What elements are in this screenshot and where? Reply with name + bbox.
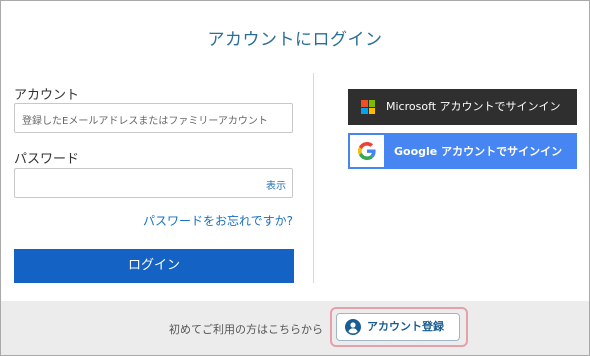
first-time-text: 初めてご利用の方はこちらから [169,323,323,336]
column-divider [313,73,314,283]
microsoft-logo-icon [361,100,375,114]
show-password-toggle[interactable]: 表示 [266,177,286,192]
password-input[interactable]: 表示 [14,168,293,198]
microsoft-signin-button[interactable]: Microsoft アカウントでサインイン [348,89,577,125]
login-dialog: アカウントにログイン アカウント 登録したEメールアドレスまたはファミリーアカウ… [0,0,590,356]
microsoft-signin-label: Microsoft アカウントでサインイン [386,100,561,113]
account-input[interactable]: 登録したEメールアドレスまたはファミリーアカウント [14,103,293,133]
account-placeholder: 登録したEメールアドレスまたはファミリーアカウント [22,116,268,127]
register-account-button[interactable]: アカウント登録 [336,313,460,341]
google-g-icon [350,135,384,167]
password-label: パスワード [14,152,80,167]
login-button[interactable]: ログイン [14,249,294,283]
user-circle-icon [345,319,361,335]
dialog-title: アカウントにログイン [207,30,383,50]
forgot-password-link[interactable]: パスワードをお忘れですか? [143,212,293,229]
google-signin-button[interactable]: Google アカウントでサインイン [348,133,577,169]
register-account-label: アカウント登録 [367,320,444,333]
account-label: アカウント [14,88,80,103]
google-signin-label: Google アカウントでサインイン [394,145,563,158]
footer-bar: 初めてご利用の方はこちらから アカウント登録 [1,301,589,355]
